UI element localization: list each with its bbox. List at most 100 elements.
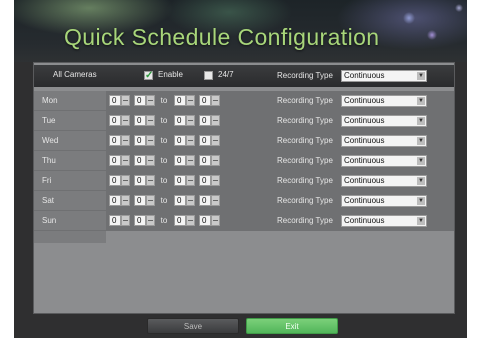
spinner-icon[interactable]	[211, 95, 220, 106]
day-label: Tue	[34, 111, 106, 130]
recording-type-select[interactable]: Continuous ▼	[341, 70, 427, 82]
day-label: Thu	[34, 151, 106, 170]
recording-type-value: Continuous	[344, 71, 385, 80]
end-minute-stepper[interactable]: 0	[199, 115, 221, 126]
spinner-icon[interactable]	[186, 195, 195, 206]
spinner-icon[interactable]	[211, 135, 220, 146]
spinner-icon[interactable]	[121, 135, 130, 146]
spinner-icon[interactable]	[211, 115, 220, 126]
spinner-icon[interactable]	[146, 135, 155, 146]
end-hour-stepper[interactable]: 0	[174, 135, 196, 146]
recording-type-label: Recording Type	[277, 156, 333, 165]
spinner-icon[interactable]	[186, 155, 195, 166]
spinner-icon[interactable]	[186, 95, 195, 106]
dialog-window: Quick Schedule Configuration All Cameras…	[14, 0, 467, 338]
header-banner: Quick Schedule Configuration	[14, 0, 467, 62]
recording-type-label: Recording Type	[277, 96, 333, 105]
recording-type-select[interactable]: Continuous ▼	[341, 95, 427, 107]
recording-type-select[interactable]: Continuous ▼	[341, 215, 427, 227]
spinner-icon[interactable]	[121, 175, 130, 186]
spinner-icon[interactable]	[146, 155, 155, 166]
start-hour-stepper[interactable]: 0	[109, 95, 131, 106]
day-label: Wed	[34, 131, 106, 150]
end-minute-stepper[interactable]: 0	[199, 135, 221, 146]
day-label: Sat	[34, 191, 106, 210]
schedule-row-thu: Thu 0 0 to 0 0 Recording Type Continuous…	[34, 151, 454, 171]
spinner-icon[interactable]	[211, 215, 220, 226]
spinner-icon[interactable]	[146, 115, 155, 126]
start-minute-stepper[interactable]: 0	[134, 195, 156, 206]
spinner-icon[interactable]	[211, 175, 220, 186]
start-hour-stepper[interactable]: 0	[109, 195, 131, 206]
recording-type-select[interactable]: Continuous ▼	[341, 115, 427, 127]
recording-type-select[interactable]: Continuous ▼	[341, 195, 427, 207]
spinner-icon[interactable]	[146, 215, 155, 226]
spinner-icon[interactable]	[146, 195, 155, 206]
empty-row-label	[34, 231, 106, 243]
start-hour-stepper[interactable]: 0	[109, 175, 131, 186]
spinner-icon[interactable]	[121, 215, 130, 226]
start-minute-stepper[interactable]: 0	[134, 155, 156, 166]
all-cameras-row: All Cameras ✓ Enable 24/7 Recording Type…	[34, 65, 454, 87]
spinner-icon[interactable]	[186, 115, 195, 126]
recording-type-label: Recording Type	[277, 196, 333, 205]
day-label: Sun	[34, 211, 106, 230]
to-label: to	[160, 96, 168, 105]
end-minute-stepper[interactable]: 0	[199, 155, 221, 166]
exit-button[interactable]: Exit	[246, 318, 338, 334]
end-hour-stepper[interactable]: 0	[174, 155, 196, 166]
schedule-panel: All Cameras ✓ Enable 24/7 Recording Type…	[33, 62, 455, 314]
start-minute-stepper[interactable]: 0	[134, 95, 156, 106]
save-button[interactable]: Save	[147, 318, 239, 334]
start-hour-stepper[interactable]: 0	[109, 155, 131, 166]
start-minute-stepper[interactable]: 0	[134, 215, 156, 226]
spinner-icon[interactable]	[211, 195, 220, 206]
spinner-icon[interactable]	[146, 175, 155, 186]
recording-type-label: Recording Type	[277, 116, 333, 125]
spinner-icon[interactable]	[121, 155, 130, 166]
end-hour-stepper[interactable]: 0	[174, 115, 196, 126]
enable-checkbox[interactable]: ✓	[144, 71, 153, 81]
recording-type-label: Recording Type	[277, 216, 333, 225]
start-hour-stepper[interactable]: 0	[109, 135, 131, 146]
chevron-down-icon: ▼	[417, 72, 425, 80]
chevron-down-icon: ▼	[417, 97, 425, 105]
spinner-icon[interactable]	[121, 95, 130, 106]
start-hour-stepper[interactable]: 0	[109, 215, 131, 226]
spinner-icon[interactable]	[121, 195, 130, 206]
schedule-row-mon: Mon 0 0 to 0 0 Recording Type Continuous…	[34, 91, 454, 111]
spinner-icon[interactable]	[186, 215, 195, 226]
chevron-down-icon: ▼	[417, 217, 425, 225]
end-hour-stepper[interactable]: 0	[174, 195, 196, 206]
schedule-row-tue: Tue 0 0 to 0 0 Recording Type Continuous…	[34, 111, 454, 131]
to-label: to	[160, 116, 168, 125]
spinner-icon[interactable]	[211, 155, 220, 166]
spinner-icon[interactable]	[121, 115, 130, 126]
end-hour-stepper[interactable]: 0	[174, 215, 196, 226]
start-hour-stepper[interactable]: 0	[109, 115, 131, 126]
spinner-icon[interactable]	[186, 175, 195, 186]
recording-type-label: Recording Type	[277, 136, 333, 145]
start-minute-stepper[interactable]: 0	[134, 115, 156, 126]
recording-type-select[interactable]: Continuous ▼	[341, 135, 427, 147]
end-minute-stepper[interactable]: 0	[199, 175, 221, 186]
end-hour-stepper[interactable]: 0	[174, 175, 196, 186]
start-minute-stepper[interactable]: 0	[134, 135, 156, 146]
spinner-icon[interactable]	[146, 95, 155, 106]
schedule-row-wed: Wed 0 0 to 0 0 Recording Type Continuous…	[34, 131, 454, 151]
chevron-down-icon: ▼	[417, 177, 425, 185]
always-checkbox[interactable]	[204, 71, 213, 80]
recording-type-select[interactable]: Continuous ▼	[341, 155, 427, 167]
schedule-row-sat: Sat 0 0 to 0 0 Recording Type Continuous…	[34, 191, 454, 211]
end-minute-stepper[interactable]: 0	[199, 95, 221, 106]
spinner-icon[interactable]	[186, 135, 195, 146]
end-hour-stepper[interactable]: 0	[174, 95, 196, 106]
recording-type-select[interactable]: Continuous ▼	[341, 175, 427, 187]
end-minute-stepper[interactable]: 0	[199, 195, 221, 206]
start-minute-stepper[interactable]: 0	[134, 175, 156, 186]
to-label: to	[160, 156, 168, 165]
end-minute-stepper[interactable]: 0	[199, 215, 221, 226]
to-label: to	[160, 136, 168, 145]
to-label: to	[160, 196, 168, 205]
chevron-down-icon: ▼	[417, 157, 425, 165]
